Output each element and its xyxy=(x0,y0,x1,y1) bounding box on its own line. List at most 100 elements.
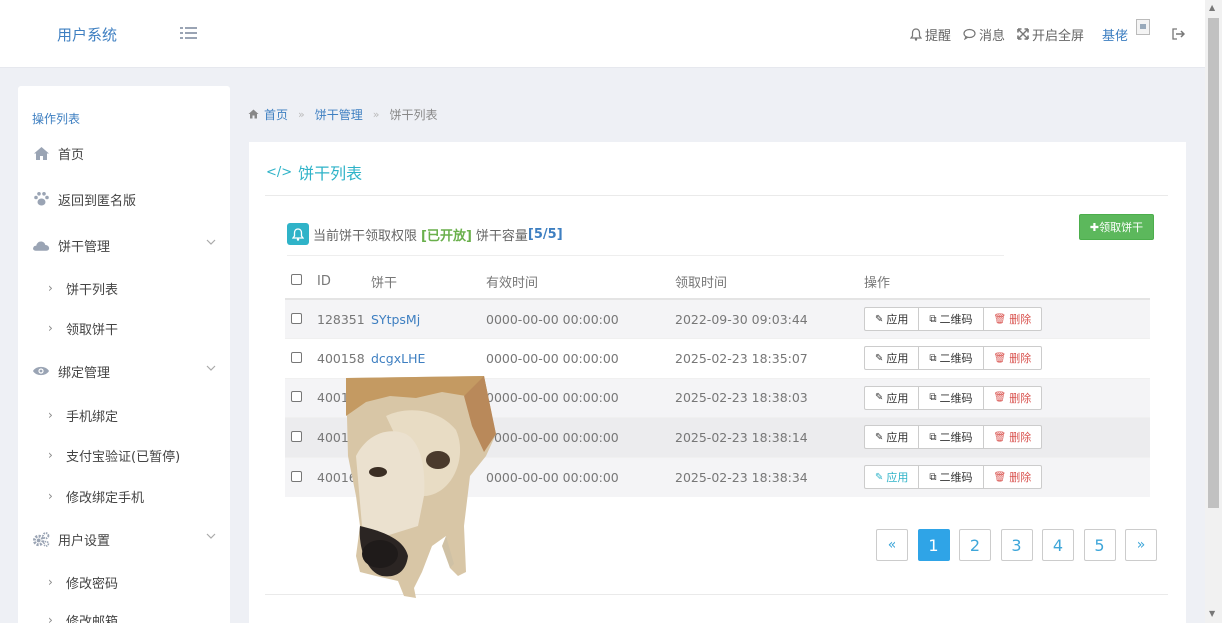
claim-notice: 当前饼干领取权限 [已开放] 饼干容量 [5/5] xyxy=(287,223,563,245)
pagination-page[interactable]: 4 xyxy=(1042,529,1074,561)
chevron-right-icon: › xyxy=(48,321,53,335)
pagination-page[interactable]: 3 xyxy=(1000,529,1033,561)
page-title: 饼干列表 xyxy=(298,164,363,183)
column-header-actions: 操作 xyxy=(864,265,1150,300)
apply-label: 应用 xyxy=(886,313,909,326)
user-menu[interactable]: 基佬 xyxy=(1102,19,1150,44)
bell-icon xyxy=(287,223,309,245)
scrollbar-thumb[interactable] xyxy=(1208,18,1219,508)
row-actions: ✎ 应用 ⧉ 二维码 🗑 删除 xyxy=(864,298,1150,339)
sidebar-item-back-anon[interactable]: 返回到匿名版 xyxy=(32,185,216,213)
select-all-checkbox[interactable] xyxy=(291,274,302,285)
divider xyxy=(287,255,1004,256)
sidebar-sub-claim-cookie[interactable]: › 领取饼干 xyxy=(48,316,118,340)
sidebar-sub-phone-bind[interactable]: › 手机绑定 xyxy=(48,403,118,427)
row-actions: ✎ 应用 ⧉ 二维码 🗑 删除 xyxy=(864,456,1150,497)
claim-time: 2025-02-23 18:35:07 xyxy=(675,338,864,378)
sidebar-item-label: 饼干管理 xyxy=(58,239,111,255)
apply-button[interactable]: ✎ 应用 xyxy=(864,307,920,331)
apply-button[interactable]: ✎ 应用 xyxy=(864,385,920,410)
gears-icon xyxy=(32,530,50,548)
scroll-up-arrow-icon[interactable]: ▲ xyxy=(1209,3,1215,12)
sidebar-item-home[interactable]: 首页 xyxy=(32,139,216,167)
qrcode-label: 二维码 xyxy=(939,431,973,445)
chevron-right-icon: › xyxy=(48,408,53,422)
sidebar-item-bind-mgmt[interactable]: 绑定管理 xyxy=(32,357,216,385)
row-checkbox[interactable] xyxy=(291,430,302,442)
column-header-cookie[interactable]: 饼干 xyxy=(371,265,486,300)
messages-label: 消息 xyxy=(978,28,1005,44)
logout-icon[interactable] xyxy=(1172,28,1185,40)
row-select-cell xyxy=(285,456,317,497)
sidebar-sub-change-password[interactable]: › 修改密码 xyxy=(48,570,118,594)
sidebar-item-cookie-mgmt[interactable]: 饼干管理 xyxy=(32,231,216,259)
delete-button[interactable]: 🗑 删除 xyxy=(982,346,1043,371)
qrcode-button[interactable]: ⧉ 二维码 xyxy=(918,425,984,450)
pagination: « 1 2 3 4 5 » xyxy=(876,529,1167,561)
apply-button[interactable]: ✎ 应用 xyxy=(864,346,920,371)
scroll-down-arrow-icon[interactable]: ▼ xyxy=(1209,609,1215,618)
row-checkbox[interactable] xyxy=(291,470,302,482)
row-actions: ✎ 应用 ⧉ 二维码 🗑 删除 xyxy=(864,417,1150,457)
sidebar-item-user-settings[interactable]: 用户设置 xyxy=(32,525,216,553)
notice-status: [已开放] xyxy=(421,228,472,244)
sidebar-sub-change-email[interactable]: › 修改邮箱 xyxy=(48,608,118,623)
delete-button[interactable]: 🗑 删除 xyxy=(982,307,1043,331)
page-scrollbar[interactable]: ▲ ▼ xyxy=(1205,0,1222,623)
sidebar-sub-cookie-list[interactable]: › 饼干列表 xyxy=(48,276,118,300)
sidebar-sub-change-phone[interactable]: › 修改绑定手机 xyxy=(48,484,144,508)
remind-link[interactable]: 提醒 xyxy=(909,25,951,44)
delete-label: 删除 xyxy=(1009,391,1032,405)
delete-button[interactable]: 🗑 删除 xyxy=(982,465,1043,489)
fullscreen-link[interactable]: 开启全屏 xyxy=(1017,25,1084,44)
row-checkbox[interactable] xyxy=(291,391,302,403)
pagination-prev[interactable]: « xyxy=(876,529,908,561)
messages-link[interactable]: 消息 xyxy=(963,25,1005,44)
notice-capacity: [5/5] xyxy=(527,226,563,242)
breadcrumb-cookie-mgmt[interactable]: 饼干管理 xyxy=(315,106,363,123)
row-actions: ✎ 应用 ⧉ 二维码 🗑 删除 xyxy=(864,338,1150,378)
expand-icon xyxy=(1017,28,1029,40)
sidebar-sub-alipay-verify[interactable]: › 支付宝验证(已暂停) xyxy=(48,443,180,467)
cookie-code[interactable]: dcgxLHE xyxy=(371,338,486,378)
sidebar-sub-label: 修改邮箱 xyxy=(66,614,119,623)
qrcode-button[interactable]: ⧉ 二维码 xyxy=(918,346,984,371)
pagination-page[interactable]: 1 xyxy=(917,529,950,561)
delete-button[interactable]: 🗑 删除 xyxy=(982,385,1043,410)
menu-toggle-icon[interactable] xyxy=(180,26,197,40)
row-checkbox[interactable] xyxy=(291,351,302,363)
column-header-claim-time[interactable]: 领取时间 xyxy=(675,265,864,300)
qrcode-label: 二维码 xyxy=(939,471,973,484)
row-select-cell xyxy=(285,338,317,378)
row-actions: ✎ 应用 ⧉ 二维码 🗑 删除 xyxy=(864,377,1150,418)
column-header-id[interactable]: ID xyxy=(317,265,371,300)
qrcode-button[interactable]: ⧉ 二维码 xyxy=(918,385,984,410)
cookie-code[interactable]: SYtpsMj xyxy=(371,298,486,339)
qrcode-button[interactable]: ⧉ 二维码 xyxy=(918,465,984,489)
avatar xyxy=(1136,19,1150,35)
claim-time: 2025-02-23 18:38:14 xyxy=(675,417,864,457)
breadcrumb-home[interactable]: 首页 xyxy=(264,106,288,123)
qrcode-label: 二维码 xyxy=(939,391,973,405)
apply-label: 应用 xyxy=(886,391,909,405)
bell-icon xyxy=(909,27,922,41)
claim-cookie-button[interactable]: ✚领取饼干 xyxy=(1079,214,1154,240)
apply-button[interactable]: ✎ 应用 xyxy=(864,465,920,489)
row-checkbox[interactable] xyxy=(291,312,302,324)
panel-title: </> 饼干列表 xyxy=(266,160,362,184)
apply-button[interactable]: ✎ 应用 xyxy=(864,425,920,450)
delete-label: 删除 xyxy=(1009,431,1032,445)
copy-icon: ⧉ xyxy=(929,471,937,483)
pagination-page[interactable]: 5 xyxy=(1083,529,1116,561)
breadcrumb-separator: » xyxy=(298,107,305,121)
delete-button[interactable]: 🗑 删除 xyxy=(982,425,1043,450)
brand-title[interactable]: 用户系统 xyxy=(57,24,117,45)
chevron-down-icon xyxy=(206,239,216,245)
comment-icon xyxy=(963,28,976,40)
pagination-page[interactable]: 2 xyxy=(959,529,991,561)
qrcode-button[interactable]: ⧉ 二维码 xyxy=(918,307,984,331)
trash-icon: 🗑 xyxy=(993,471,1007,483)
pagination-next[interactable]: » xyxy=(1125,529,1157,561)
column-header-valid-time[interactable]: 有效时间 xyxy=(486,265,675,300)
apply-label: 应用 xyxy=(886,471,909,484)
